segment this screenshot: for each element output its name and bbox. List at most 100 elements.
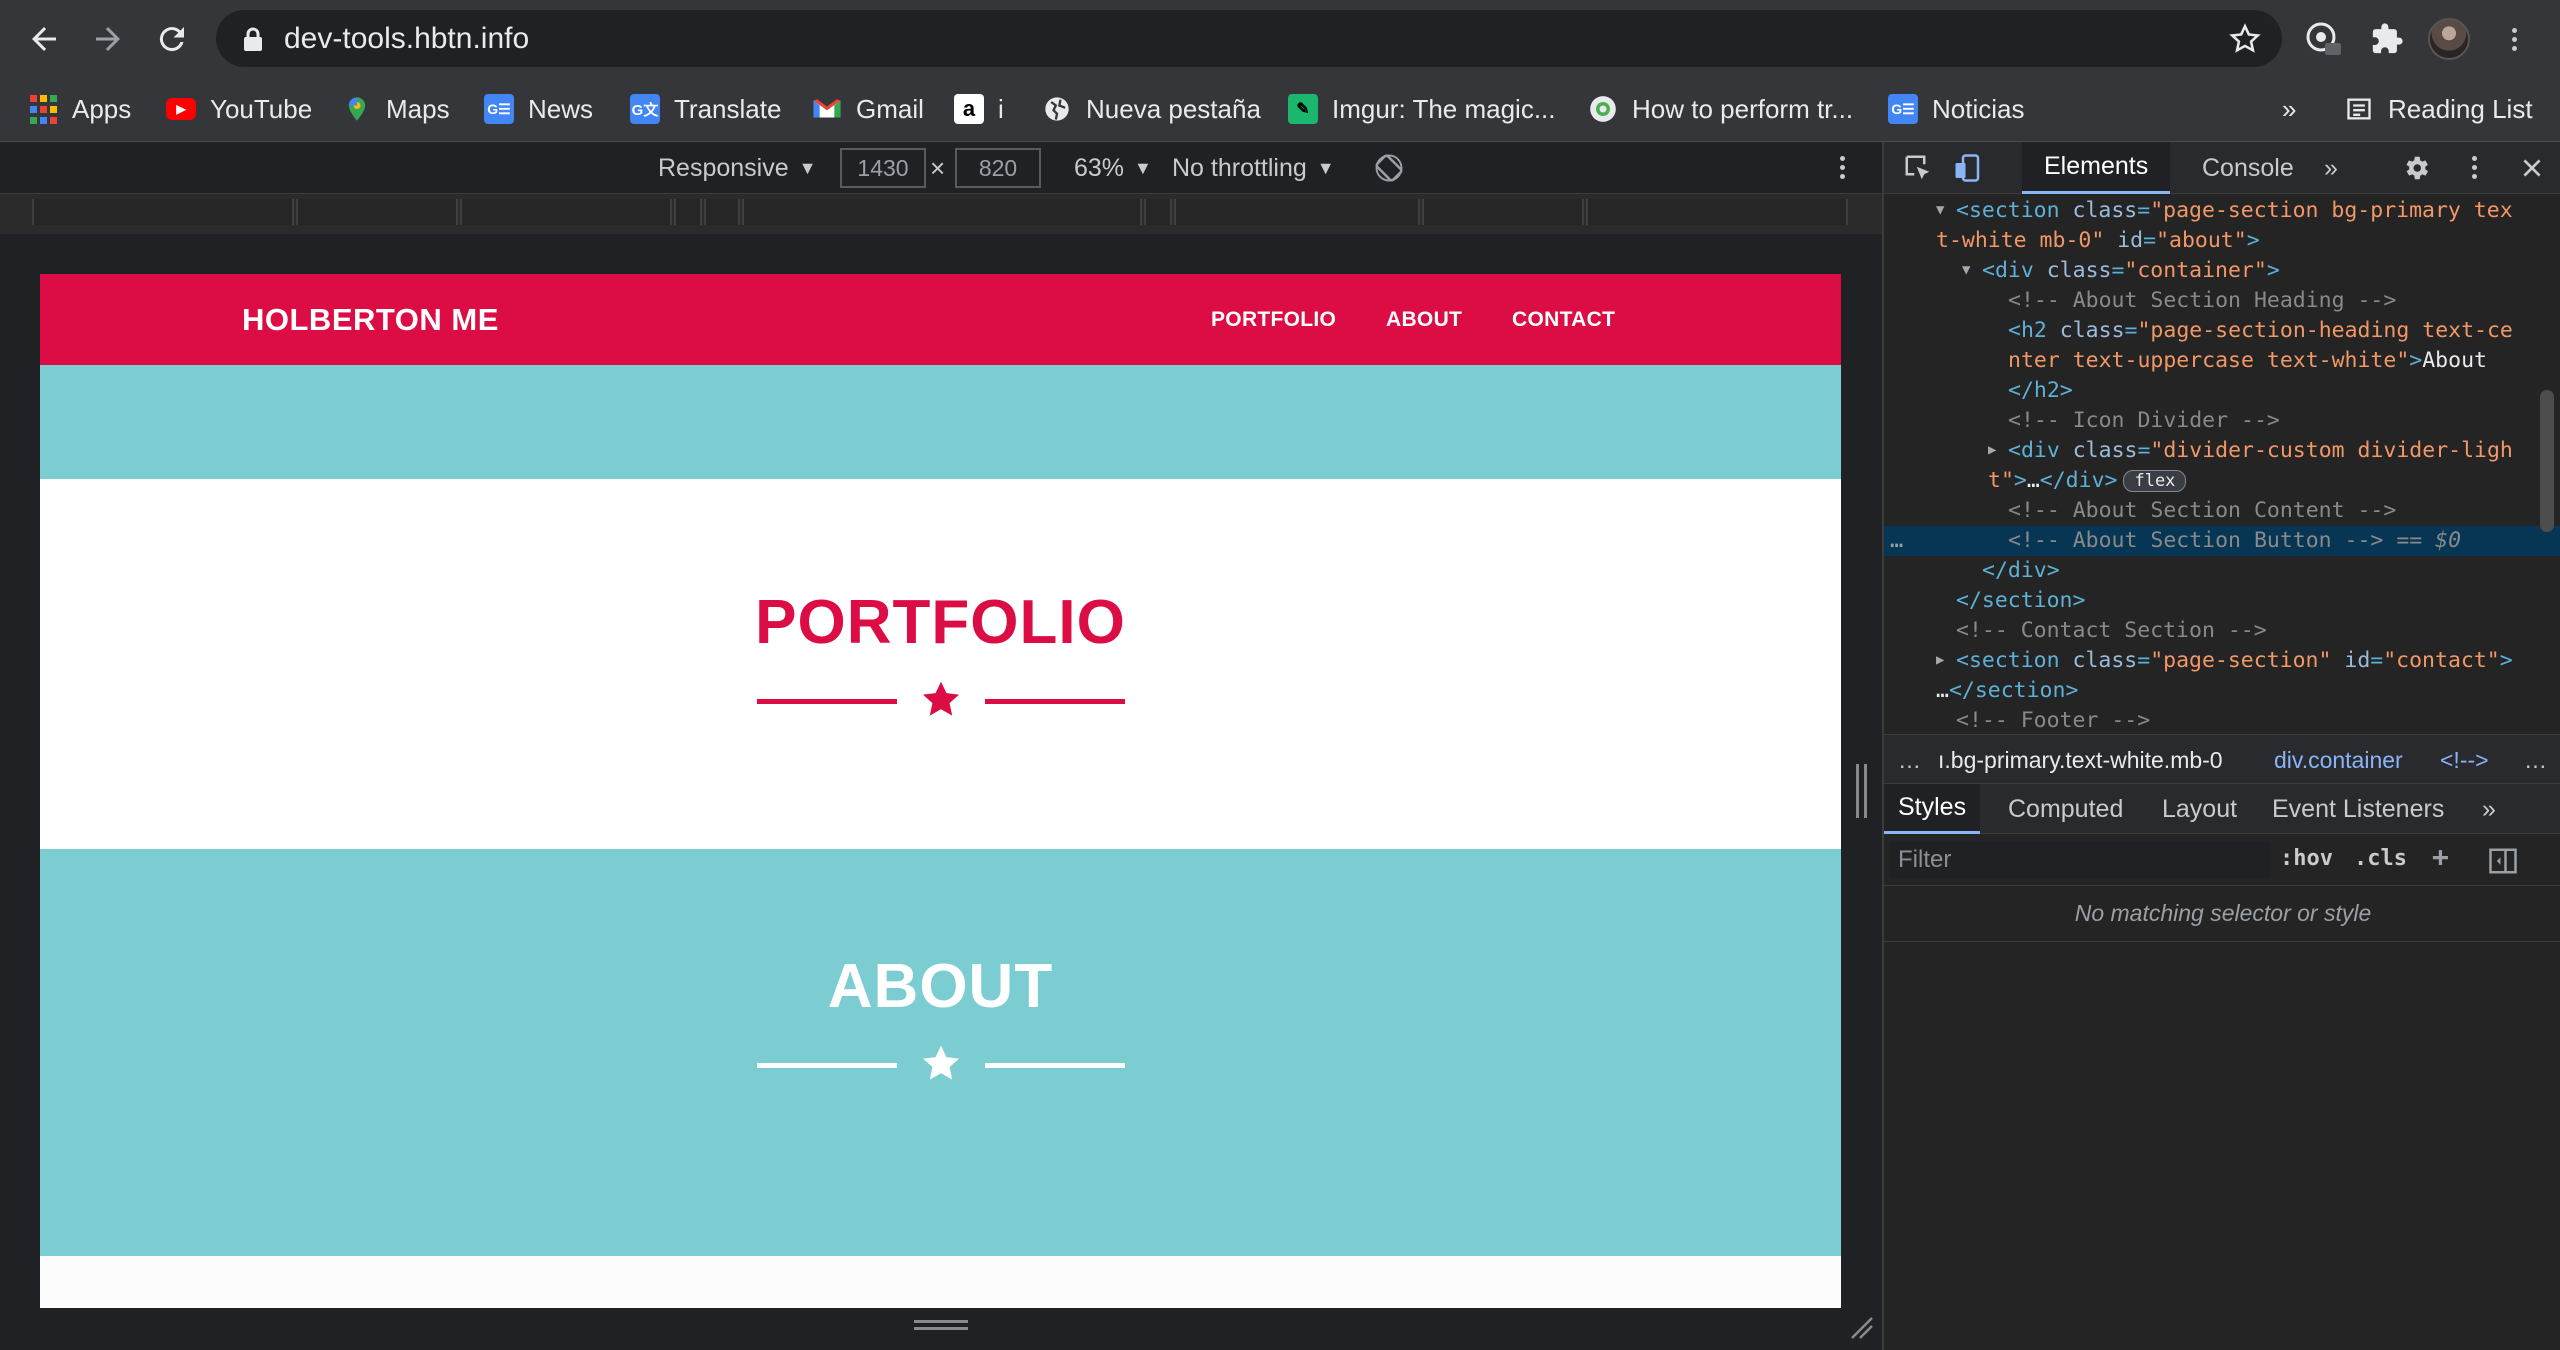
inspect-element-button[interactable] bbox=[1900, 150, 1936, 186]
site-brand[interactable]: HOLBERTON ME bbox=[242, 302, 499, 338]
device-toolbar-toggle[interactable] bbox=[1950, 150, 1986, 186]
tab-styles[interactable]: Styles bbox=[1884, 784, 1981, 834]
hover-state-toggle[interactable]: :hov bbox=[2280, 846, 2333, 871]
throttling-select[interactable]: No throttling ▼ bbox=[1172, 150, 1335, 186]
dom-node-section-contact[interactable]: ▶ <section class="page-section" id="conta… bbox=[1884, 646, 2560, 676]
address-bar[interactable]: dev-tools.hbtn.info bbox=[216, 10, 2282, 67]
media-query-segment[interactable] bbox=[674, 199, 702, 225]
breadcrumb-comment[interactable]: <!--> bbox=[2440, 747, 2489, 774]
tab-event-listeners[interactable]: Event Listeners bbox=[2264, 784, 2452, 834]
more-tabs-button[interactable]: » bbox=[2302, 142, 2360, 194]
dom-comment[interactable]: <!-- Footer --> bbox=[1884, 706, 2560, 734]
flex-badge[interactable]: flex bbox=[2123, 470, 2187, 492]
bookmark-imgur[interactable]: ✎ Imgur: The magic... bbox=[1288, 90, 1556, 128]
dom-comment[interactable]: <!-- Contact Section --> bbox=[1884, 616, 2560, 646]
elements-scrollbar[interactable] bbox=[2540, 390, 2554, 532]
dom-node-section-contact-close[interactable]: …</section> bbox=[1884, 676, 2560, 706]
breadcrumb-scroll-left[interactable]: … bbox=[1898, 747, 1921, 774]
nav-link-about[interactable]: ABOUT bbox=[1386, 308, 1462, 332]
media-query-segment[interactable] bbox=[1144, 199, 1172, 225]
bookmark-nueva-pestana[interactable]: Nueva pestaña bbox=[1042, 90, 1261, 128]
about-divider bbox=[757, 1043, 1125, 1087]
bookmark-label: Maps bbox=[386, 93, 450, 124]
resize-height-handle[interactable] bbox=[914, 1320, 968, 1332]
arrow-right-icon bbox=[96, 27, 120, 51]
dom-comment-selected[interactable]: … <!-- About Section Button --> == $0 bbox=[1884, 526, 2560, 556]
rotate-icon bbox=[1375, 154, 1403, 182]
breadcrumb-section[interactable]: ı.bg-primary.text-white.mb-0 bbox=[1938, 747, 2223, 774]
zoom-select[interactable]: 63% ▼ bbox=[1074, 150, 1152, 186]
media-query-segment[interactable] bbox=[32, 199, 294, 225]
media-query-segment[interactable] bbox=[1174, 199, 1420, 225]
bookmark-maps[interactable]: Maps bbox=[342, 90, 450, 128]
dom-node-h2-cont[interactable]: nter text-uppercase text-white">About bbox=[1884, 346, 2560, 376]
reload-button[interactable] bbox=[150, 17, 194, 61]
devtools-settings-button[interactable] bbox=[2398, 150, 2434, 186]
device-toolbar-more-icon[interactable] bbox=[1840, 152, 1846, 183]
media-query-segment[interactable] bbox=[296, 199, 458, 225]
tab-elements[interactable]: Elements bbox=[2022, 142, 2171, 194]
media-query-segment[interactable] bbox=[742, 199, 1142, 225]
apps-grid-icon bbox=[28, 94, 58, 124]
dom-comment[interactable]: <!-- About Section Heading --> bbox=[1884, 286, 2560, 316]
caret-down-icon: ▼ bbox=[1316, 157, 1335, 178]
bookmarks-overflow-button[interactable]: » bbox=[2282, 90, 2296, 128]
dom-comment[interactable]: <!-- About Section Content --> bbox=[1884, 496, 2560, 526]
device-mode-label: Responsive bbox=[658, 153, 789, 182]
media-query-segment[interactable] bbox=[1422, 199, 1584, 225]
media-query-segment[interactable] bbox=[460, 199, 672, 225]
back-button[interactable] bbox=[22, 17, 66, 61]
styles-filter-input[interactable] bbox=[1890, 841, 2270, 879]
forward-button[interactable] bbox=[86, 17, 130, 61]
rotate-button[interactable] bbox=[1374, 150, 1404, 186]
dom-comment[interactable]: <!-- Icon Divider --> bbox=[1884, 406, 2560, 436]
bookmark-noticias[interactable]: G☰ Noticias bbox=[1888, 90, 2024, 128]
close-devtools-button[interactable] bbox=[2514, 150, 2550, 186]
media-query-segment[interactable] bbox=[704, 199, 740, 225]
dom-node-div-close[interactable]: </div> bbox=[1884, 556, 2560, 586]
puzzle-extensions-icon[interactable] bbox=[2366, 18, 2408, 60]
resize-width-handle[interactable] bbox=[1856, 764, 1870, 818]
nav-link-contact[interactable]: CONTACT bbox=[1512, 308, 1615, 332]
tab-layout[interactable]: Layout bbox=[2154, 784, 2245, 834]
bookmark-how-to-perform[interactable]: How to perform tr... bbox=[1588, 90, 1853, 128]
reading-list-button[interactable]: Reading List bbox=[2344, 90, 2533, 128]
chrome-menu-button[interactable] bbox=[2494, 18, 2536, 60]
zoom-label: 63% bbox=[1074, 153, 1125, 182]
toggle-sidebar-icon[interactable] bbox=[2488, 846, 2518, 876]
dom-node-h2-close[interactable]: </h2> bbox=[1884, 376, 2560, 406]
viewport-width-input[interactable]: 1430 bbox=[840, 148, 926, 188]
nav-link-portfolio[interactable]: PORTFOLIO bbox=[1211, 308, 1336, 332]
dom-node-div-container[interactable]: ▼ <div class="container"> bbox=[1884, 256, 2560, 286]
class-toggle[interactable]: .cls bbox=[2354, 846, 2407, 871]
tab-computed[interactable]: Computed bbox=[2000, 784, 2131, 834]
devtools-more-icon[interactable] bbox=[2472, 152, 2478, 183]
bookmark-gmail[interactable]: Gmail bbox=[812, 90, 924, 128]
more-subtabs-button[interactable]: » bbox=[2474, 784, 2504, 834]
viewport-height-input[interactable]: 820 bbox=[955, 148, 1041, 188]
resize-corner-icon[interactable] bbox=[1846, 1312, 1874, 1340]
dom-node-section-about[interactable]: ▼ <section class="page-section bg-primary… bbox=[1884, 196, 2560, 226]
dom-node-div-divider[interactable]: ▶ <div class="divider-custom divider-ligh bbox=[1884, 436, 2560, 466]
breadcrumb-div-container[interactable]: div.container bbox=[2274, 747, 2403, 774]
bookmark-amazon[interactable]: a i bbox=[954, 90, 1004, 128]
bookmark-youtube[interactable]: ▶ YouTube bbox=[166, 90, 312, 128]
no-matching-styles-message: No matching selector or style bbox=[1884, 886, 2560, 942]
new-style-rule-button[interactable]: + bbox=[2432, 840, 2449, 873]
dom-node-h2[interactable]: <h2 class="page-section-heading text-ce bbox=[1884, 316, 2560, 346]
dimension-separator: × bbox=[930, 152, 946, 183]
extension-icon[interactable] bbox=[2302, 18, 2344, 60]
bookmark-label: News bbox=[528, 93, 594, 124]
device-mode-select[interactable]: Responsive ▼ bbox=[658, 150, 816, 186]
profile-avatar[interactable] bbox=[2428, 18, 2470, 60]
bookmark-apps[interactable]: Apps bbox=[28, 90, 131, 128]
bookmark-star-icon[interactable] bbox=[2228, 22, 2262, 56]
media-query-segment[interactable] bbox=[1586, 199, 1848, 225]
bookmark-translate[interactable]: G文 Translate bbox=[630, 90, 781, 128]
dom-node-div-divider-cont[interactable]: t">…</div> flex bbox=[1884, 466, 2560, 496]
dom-node-section-close[interactable]: </section> bbox=[1884, 586, 2560, 616]
breadcrumb-scroll-right[interactable]: … bbox=[2524, 747, 2547, 774]
dom-node-section-about-cont[interactable]: t-white mb-0" id="about"> bbox=[1884, 226, 2560, 256]
tab-console[interactable]: Console bbox=[2180, 142, 2316, 194]
bookmark-news[interactable]: G☰ News bbox=[484, 90, 593, 128]
